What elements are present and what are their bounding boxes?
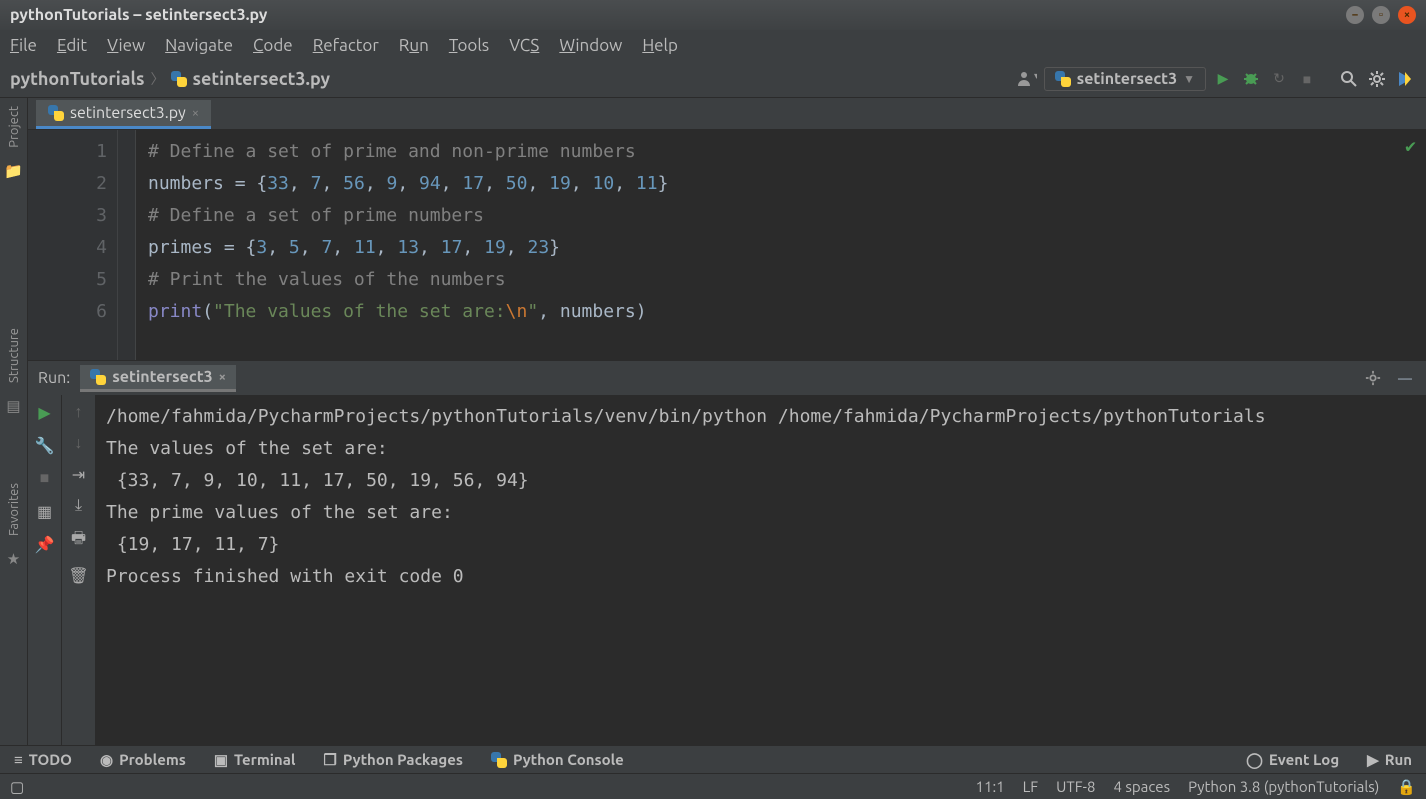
- navigation-bar: pythonTutorials 〉 setintersect3.py ▾ set…: [0, 60, 1426, 98]
- code-editor[interactable]: 1 2 3 4 5 6 # Define a set of prime and …: [28, 130, 1426, 360]
- soft-wrap-icon[interactable]: ⇥: [72, 465, 85, 484]
- editor-tab-label: setintersect3.py: [70, 104, 186, 122]
- console-tab[interactable]: Python Console: [491, 751, 624, 768]
- status-bar: ▢ 11:1 LF UTF-8 4 spaces Python 3.8 (pyt…: [0, 773, 1426, 799]
- down-arrow-icon[interactable]: ↓: [75, 434, 83, 453]
- search-icon[interactable]: [1338, 68, 1360, 90]
- editor-tab-active[interactable]: setintersect3.py ×: [36, 100, 211, 129]
- run-settings-icon[interactable]: [1362, 367, 1384, 389]
- event-log-tab[interactable]: ◯Event Log: [1246, 751, 1339, 769]
- python-file-icon: [48, 105, 64, 121]
- menu-run[interactable]: Run: [399, 36, 429, 55]
- run-icon[interactable]: ▶: [1212, 68, 1234, 90]
- caret-position[interactable]: 11:1: [976, 778, 1005, 795]
- breadcrumb-file[interactable]: setintersect3.py: [193, 69, 331, 89]
- structure-icon[interactable]: ▤: [6, 397, 20, 415]
- rerun-icon[interactable]: ▶: [38, 403, 50, 422]
- close-button[interactable]: ×: [1398, 6, 1416, 24]
- packages-tab[interactable]: ❒Python Packages: [323, 751, 463, 769]
- up-arrow-icon[interactable]: ↑: [75, 403, 83, 422]
- run-tab-bottom[interactable]: ▶Run: [1367, 751, 1412, 769]
- run-label: Run:: [38, 369, 70, 387]
- menu-vcs[interactable]: VCS: [509, 36, 539, 55]
- status-overview-icon[interactable]: ▢: [10, 778, 24, 796]
- breadcrumb-separator: 〉: [151, 69, 165, 89]
- problems-tab[interactable]: ◉Problems: [100, 751, 186, 769]
- run-header: Run: setintersect3 × —: [28, 361, 1426, 395]
- python-file-icon: [171, 71, 187, 87]
- menu-file[interactable]: File: [10, 36, 37, 55]
- run-coverage-icon[interactable]: ↻: [1268, 68, 1290, 90]
- close-tab-icon[interactable]: ×: [219, 370, 226, 384]
- run-configuration-select[interactable]: setintersect3 ▼: [1044, 67, 1206, 91]
- menu-code[interactable]: Code: [253, 36, 293, 55]
- console-output[interactable]: /home/fahmida/PycharmProjects/pythonTuto…: [96, 395, 1426, 745]
- packages-icon: ❒: [323, 751, 336, 769]
- line-separator[interactable]: LF: [1023, 778, 1039, 795]
- close-tab-icon[interactable]: ×: [192, 106, 199, 120]
- file-encoding[interactable]: UTF-8: [1056, 778, 1095, 795]
- menu-edit[interactable]: Edit: [57, 36, 87, 55]
- maximize-button[interactable]: ▫: [1372, 6, 1390, 24]
- python-interpreter[interactable]: Python 3.8 (pythonTutorials): [1188, 778, 1379, 795]
- favorites-tool-tab[interactable]: Favorites: [7, 483, 21, 536]
- trash-icon[interactable]: 🗑: [68, 566, 88, 585]
- wrench-icon[interactable]: 🔧: [35, 436, 55, 455]
- folder-icon[interactable]: 📁: [4, 162, 23, 180]
- window-controls: – ▫ ×: [1346, 6, 1416, 24]
- left-tool-strip: Project 📁 Structure ▤ Favorites ★: [0, 98, 28, 745]
- menu-bar: File Edit View Navigate Code Refactor Ru…: [0, 30, 1426, 60]
- settings-icon[interactable]: [1366, 68, 1388, 90]
- indent-setting[interactable]: 4 spaces: [1113, 778, 1170, 795]
- project-tool-tab[interactable]: Project: [7, 106, 21, 148]
- editor-tabs: setintersect3.py ×: [28, 98, 1426, 130]
- python-icon: [90, 369, 106, 385]
- run-tool-window: Run: setintersect3 × — ▶ 🔧 ■ ▦: [28, 360, 1426, 745]
- terminal-tab[interactable]: ▣Terminal: [214, 751, 296, 769]
- run-tool-actions-2: ↑ ↓ ⇥ ⤓ 🖶 🗑: [62, 395, 96, 745]
- python-icon: [491, 752, 507, 768]
- python-icon: [1055, 71, 1071, 87]
- list-icon: ≡: [14, 751, 23, 769]
- structure-tool-tab[interactable]: Structure: [7, 328, 21, 383]
- lock-icon[interactable]: 🔒: [1397, 778, 1416, 796]
- terminal-icon: ▣: [214, 751, 228, 769]
- window-titlebar: pythonTutorials – setintersect3.py – ▫ ×: [0, 0, 1426, 30]
- menu-view[interactable]: View: [107, 36, 145, 55]
- scroll-end-icon[interactable]: ⤓: [75, 496, 82, 515]
- add-user-icon[interactable]: ▾: [1016, 68, 1038, 90]
- code-area[interactable]: # Define a set of prime and non-prime nu…: [136, 130, 1426, 360]
- run-tab-label: setintersect3: [112, 368, 212, 386]
- play-icon: ▶: [1367, 751, 1379, 769]
- warning-icon: ◉: [100, 751, 113, 769]
- menu-window[interactable]: Window: [559, 36, 622, 55]
- ide-icon[interactable]: [1394, 68, 1416, 90]
- run-tool-actions-1: ▶ 🔧 ■ ▦ 📌: [28, 395, 62, 745]
- hide-panel-icon[interactable]: —: [1394, 367, 1416, 389]
- chevron-down-icon: ▼: [1183, 72, 1195, 86]
- svg-text:▾: ▾: [1034, 70, 1037, 81]
- stop-icon[interactable]: ■: [40, 469, 50, 488]
- print-icon[interactable]: 🖶: [71, 527, 86, 554]
- menu-help[interactable]: Help: [642, 36, 678, 55]
- todo-tab[interactable]: ≡TODO: [14, 751, 72, 769]
- run-tab-active[interactable]: setintersect3 ×: [80, 365, 236, 392]
- menu-refactor[interactable]: Refactor: [313, 36, 379, 55]
- layout-icon[interactable]: ▦: [37, 502, 52, 521]
- run-config-name: setintersect3: [1077, 70, 1177, 88]
- bottom-tool-tabs: ≡TODO ◉Problems ▣Terminal ❒Python Packag…: [0, 745, 1426, 773]
- inspection-ok-icon[interactable]: ✔: [1405, 136, 1416, 157]
- gutter-margin: [118, 130, 136, 360]
- star-icon[interactable]: ★: [7, 550, 20, 568]
- window-title: pythonTutorials – setintersect3.py: [10, 6, 1346, 24]
- line-gutter: 1 2 3 4 5 6: [28, 130, 118, 360]
- stop-icon[interactable]: ■: [1296, 68, 1318, 90]
- debug-icon[interactable]: [1240, 68, 1262, 90]
- breadcrumb-project[interactable]: pythonTutorials: [10, 69, 145, 89]
- bubble-icon: ◯: [1246, 751, 1263, 769]
- minimize-button[interactable]: –: [1346, 6, 1364, 24]
- menu-navigate[interactable]: Navigate: [165, 36, 233, 55]
- menu-tools[interactable]: Tools: [449, 36, 489, 55]
- pin-icon[interactable]: 📌: [35, 535, 55, 554]
